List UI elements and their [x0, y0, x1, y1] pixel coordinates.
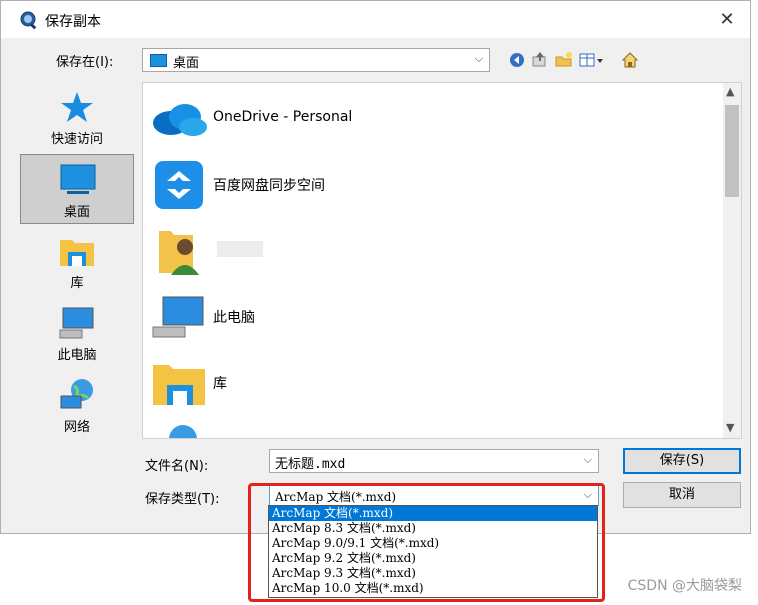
file-name: 库	[213, 376, 227, 392]
place-this-pc[interactable]: 此电脑	[20, 300, 134, 370]
file-name-value: 无标题.mxd	[275, 457, 346, 472]
computer-icon	[59, 307, 94, 339]
watermark: CSDN @大脑袋梨	[627, 578, 742, 594]
place-quick-access[interactable]: 快速访问	[20, 84, 134, 154]
place-network[interactable]: 网络	[20, 372, 134, 442]
save-button[interactable]: 保存(S)	[623, 448, 741, 474]
file-name: 百度网盘同步空间	[213, 178, 325, 194]
place-library[interactable]: 库	[20, 228, 134, 298]
place-label: 网络	[63, 420, 90, 435]
save-in-value: 桌面	[173, 56, 200, 71]
star-icon	[61, 92, 93, 122]
desktop-icon	[60, 164, 96, 194]
arcmap-app-icon	[20, 11, 37, 30]
file-name: 此电脑	[213, 310, 255, 326]
save-in-combo[interactable]: 桌面 ⌵	[142, 48, 490, 72]
chevron-down-icon[interactable]: ⌵	[475, 52, 483, 66]
place-label: 快速访问	[50, 132, 103, 147]
list-item[interactable]: 库	[149, 353, 709, 413]
file-name-input[interactable]: 无标题.mxd ⌵	[269, 449, 599, 473]
file-name-label: 文件名(N):	[145, 459, 209, 474]
view-menu-icon[interactable]	[578, 50, 606, 70]
place-label: 此电脑	[57, 348, 97, 363]
list-item[interactable]: OneDrive - Personal	[149, 89, 709, 149]
network-icon	[169, 425, 197, 438]
new-folder-icon[interactable]	[554, 50, 574, 70]
place-label: 库	[70, 276, 84, 291]
list-item[interactable]	[149, 221, 709, 281]
scroll-up-icon[interactable]: ▲	[726, 85, 734, 98]
cancel-button[interactable]: 取消	[623, 482, 741, 508]
blurred-name	[217, 241, 263, 257]
place-desktop[interactable]: 桌面	[20, 154, 134, 224]
library-folder-icon	[153, 365, 205, 405]
up-folder-icon[interactable]	[530, 50, 550, 70]
desktop-icon	[150, 54, 167, 67]
title-bar: 保存副本 ✕	[1, 1, 750, 38]
scroll-down-icon[interactable]: ▼	[726, 421, 734, 434]
onedrive-cloud-icon	[153, 104, 207, 136]
library-folder-icon	[60, 240, 94, 266]
places-bar: 快速访问 桌面 库 此电脑 网络	[18, 82, 136, 439]
scroll-thumb[interactable]	[725, 105, 739, 197]
baidu-netdisk-icon	[155, 161, 203, 209]
chevron-down-icon[interactable]: ⌵	[584, 453, 592, 467]
list-item[interactable]: 此电脑	[149, 287, 709, 347]
user-folder-icon	[159, 231, 199, 275]
close-icon: ✕	[719, 9, 735, 30]
file-name: OneDrive - Personal	[213, 109, 353, 125]
list-item[interactable]	[149, 419, 709, 438]
file-type-label: 保存类型(T):	[145, 492, 220, 507]
computer-icon	[152, 296, 204, 338]
home-icon[interactable]	[620, 50, 640, 70]
vertical-scrollbar[interactable]: ▲ ▼	[723, 83, 741, 438]
save-copy-dialog: 保存副本 ✕ 保存在(I): 桌面 ⌵ 快速访问 桌面 库 此电脑 网络 One…	[0, 0, 751, 534]
highlight-box	[248, 483, 605, 602]
back-icon[interactable]	[507, 50, 527, 70]
file-list[interactable]: OneDrive - Personal 百度网盘同步空间 此电脑 库 ▲ ▼	[142, 82, 742, 439]
dialog-title: 保存副本	[45, 14, 101, 30]
save-in-label: 保存在(I):	[56, 55, 114, 70]
close-button[interactable]: ✕	[704, 1, 750, 38]
place-label: 桌面	[63, 205, 90, 220]
list-item[interactable]: 百度网盘同步空间	[149, 155, 709, 215]
network-icon	[60, 379, 93, 409]
